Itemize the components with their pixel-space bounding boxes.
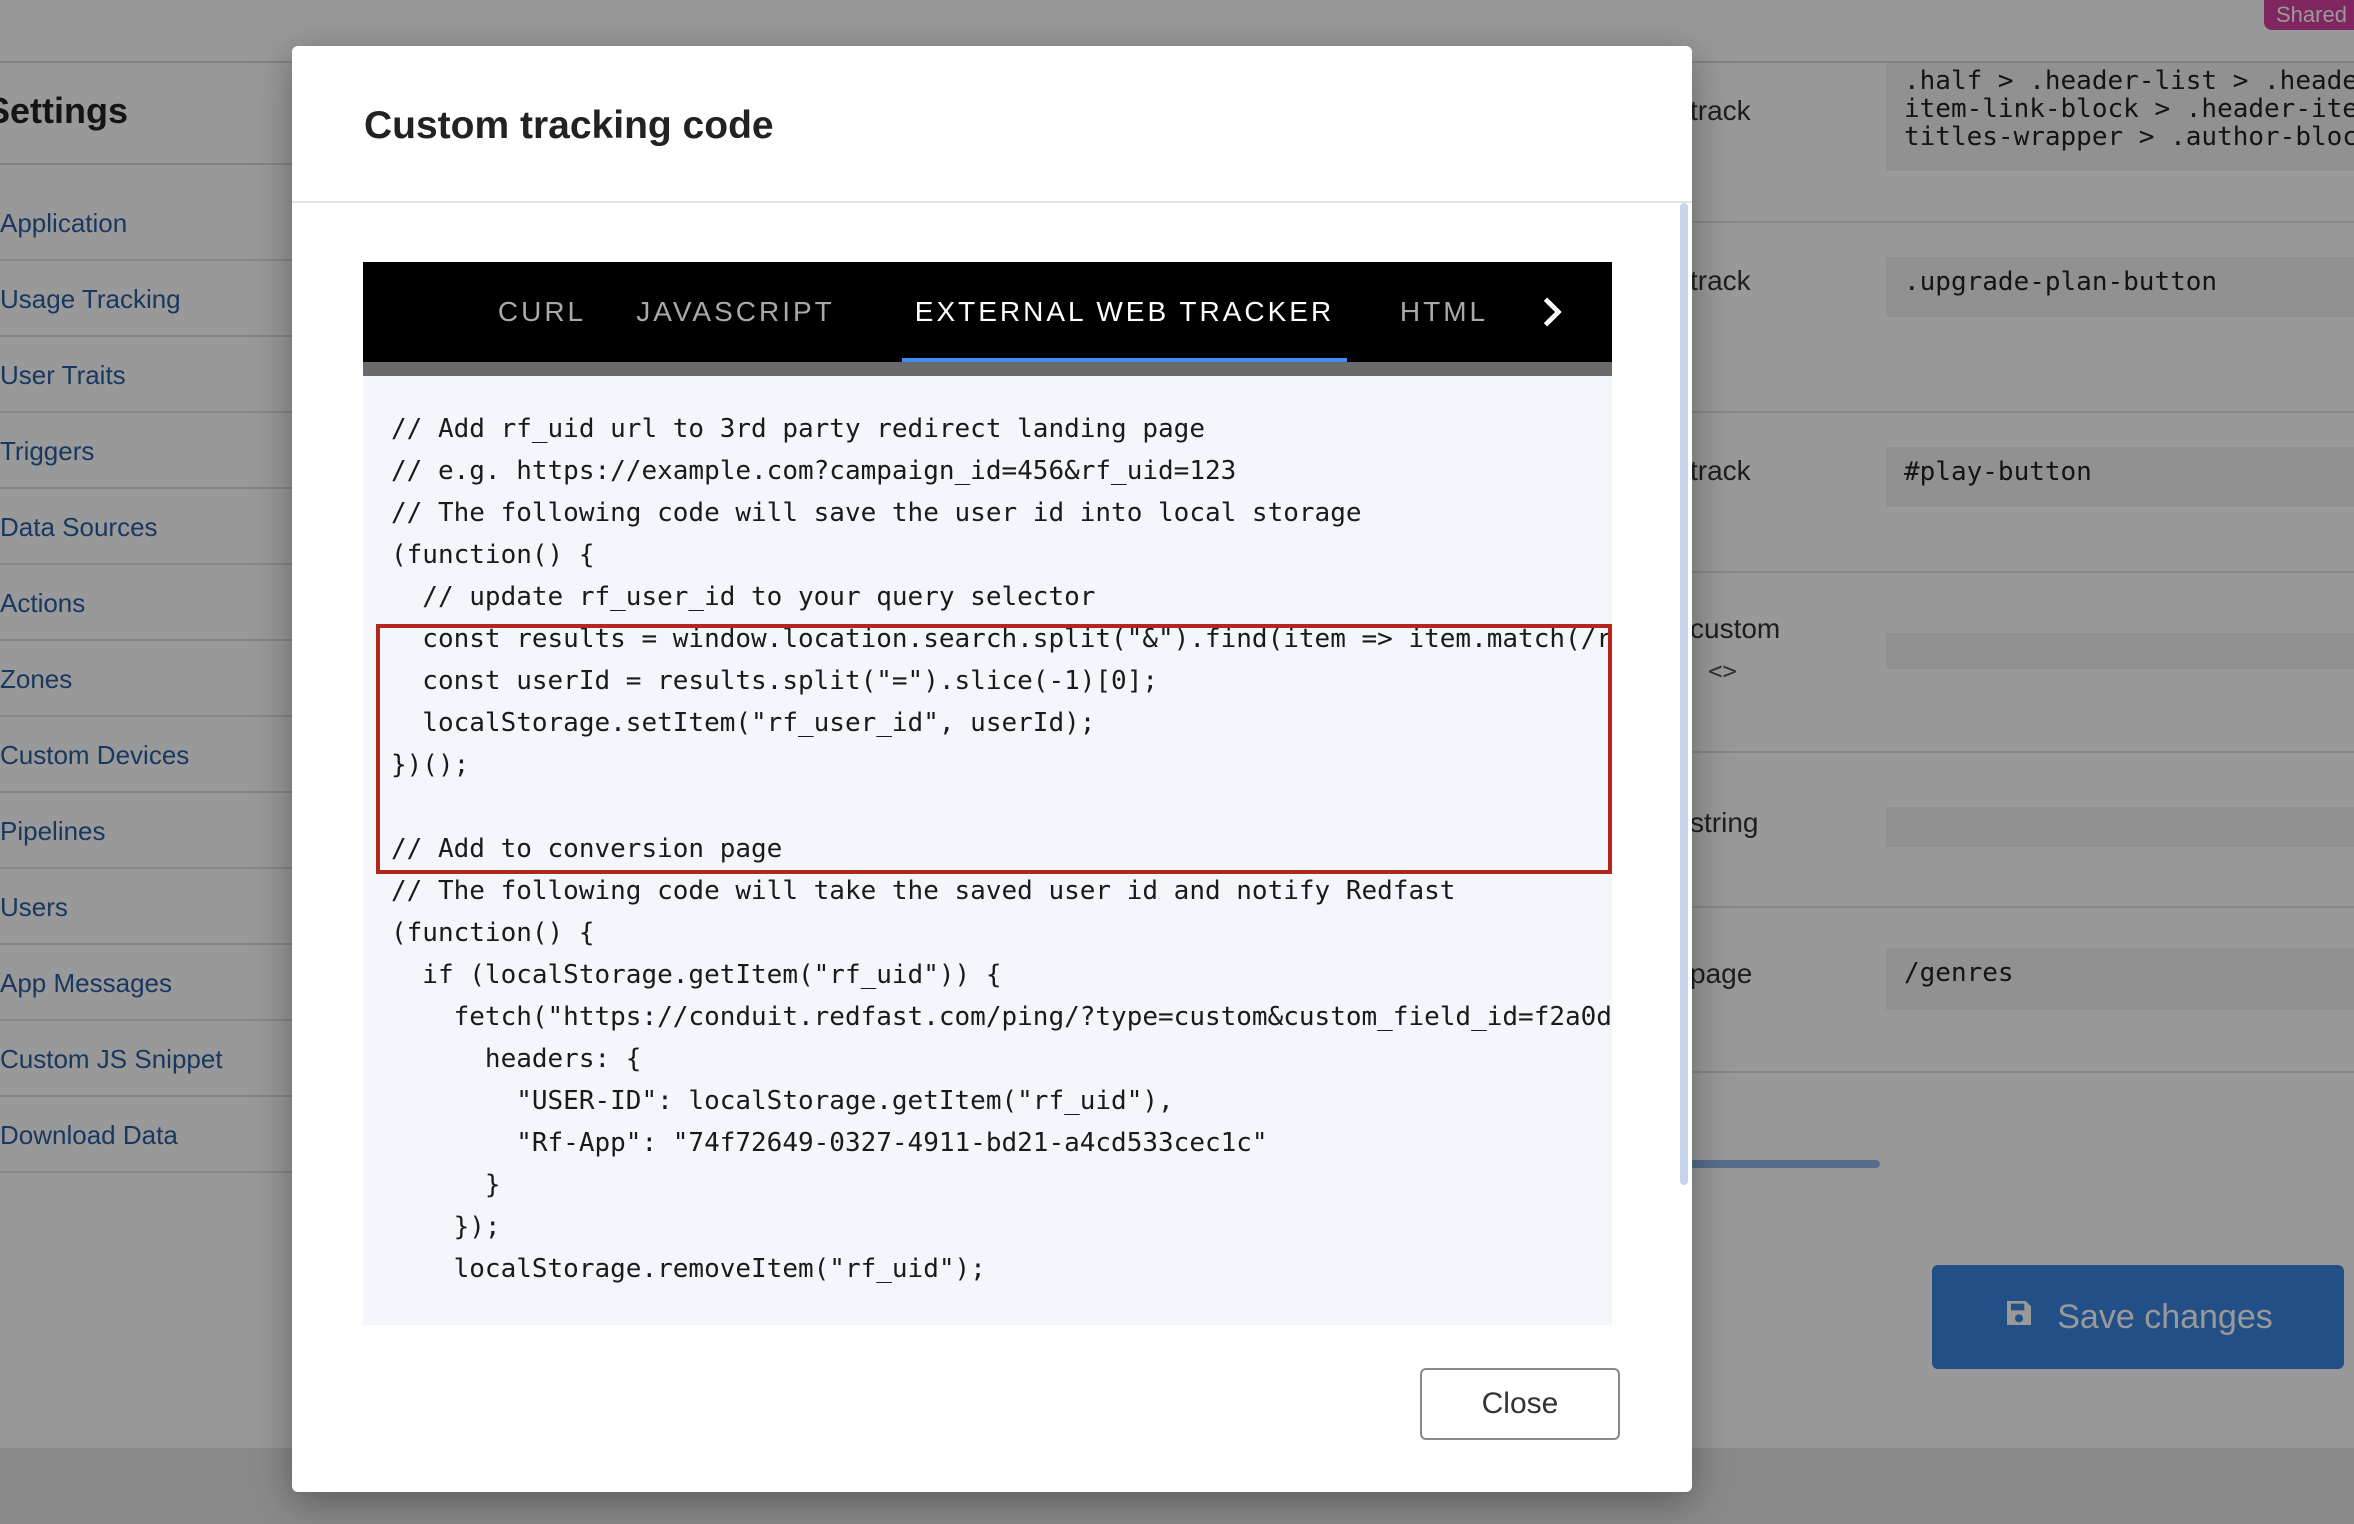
tab-strip bbox=[363, 362, 1612, 376]
code-line: // The following code will save the user… bbox=[391, 498, 1362, 528]
code-tabs: CURL JAVASCRIPT EXTERNAL WEB TRACKER HTM… bbox=[363, 262, 1612, 376]
code-line: // Add rf_uid url to 3rd party redirect … bbox=[391, 414, 1205, 444]
code-line: if (localStorage.getItem("rf_uid")) { bbox=[391, 960, 1002, 990]
dialog-scrollbar[interactable] bbox=[1680, 203, 1688, 1185]
close-button[interactable]: Close bbox=[1420, 1368, 1620, 1440]
code-line: // The following code will take the save… bbox=[391, 876, 1456, 906]
code-line: (function() { bbox=[391, 918, 595, 948]
custom-tracking-code-dialog: Custom tracking code CURL JAVASCRIPT EXT… bbox=[292, 46, 1692, 1492]
tab-javascript[interactable]: JAVASCRIPT bbox=[623, 262, 848, 362]
code-line: (function() { bbox=[391, 540, 595, 570]
chevron-right-icon[interactable] bbox=[1529, 290, 1573, 334]
dialog-header: Custom tracking code bbox=[292, 46, 1692, 203]
tab-html[interactable]: HTML bbox=[1379, 262, 1509, 362]
tab-external-web-tracker[interactable]: EXTERNAL WEB TRACKER bbox=[902, 262, 1347, 362]
code-snippet[interactable]: // Add rf_uid url to 3rd party redirect … bbox=[363, 376, 1612, 1325]
code-line: }); bbox=[391, 1212, 501, 1242]
code-line: localStorage.removeItem("rf_uid"); bbox=[391, 1254, 986, 1284]
code-line: // update rf_user_id to your query selec… bbox=[391, 582, 1096, 612]
code-line: } bbox=[391, 1170, 501, 1200]
code-line: fetch("https://conduit.redfast.com/ping/… bbox=[391, 1002, 1612, 1032]
code-line: headers: { bbox=[391, 1044, 642, 1074]
highlight-annotation bbox=[376, 624, 1612, 874]
code-line: "USER-ID": localStorage.getItem("rf_uid"… bbox=[391, 1086, 1174, 1116]
dialog-title: Custom tracking code bbox=[364, 104, 774, 147]
tab-curl[interactable]: CURL bbox=[463, 262, 621, 362]
code-line: // e.g. https://example.com?campaign_id=… bbox=[391, 456, 1237, 486]
code-line: "Rf-App": "74f72649-0327-4911-bd21-a4cd5… bbox=[391, 1128, 1268, 1158]
